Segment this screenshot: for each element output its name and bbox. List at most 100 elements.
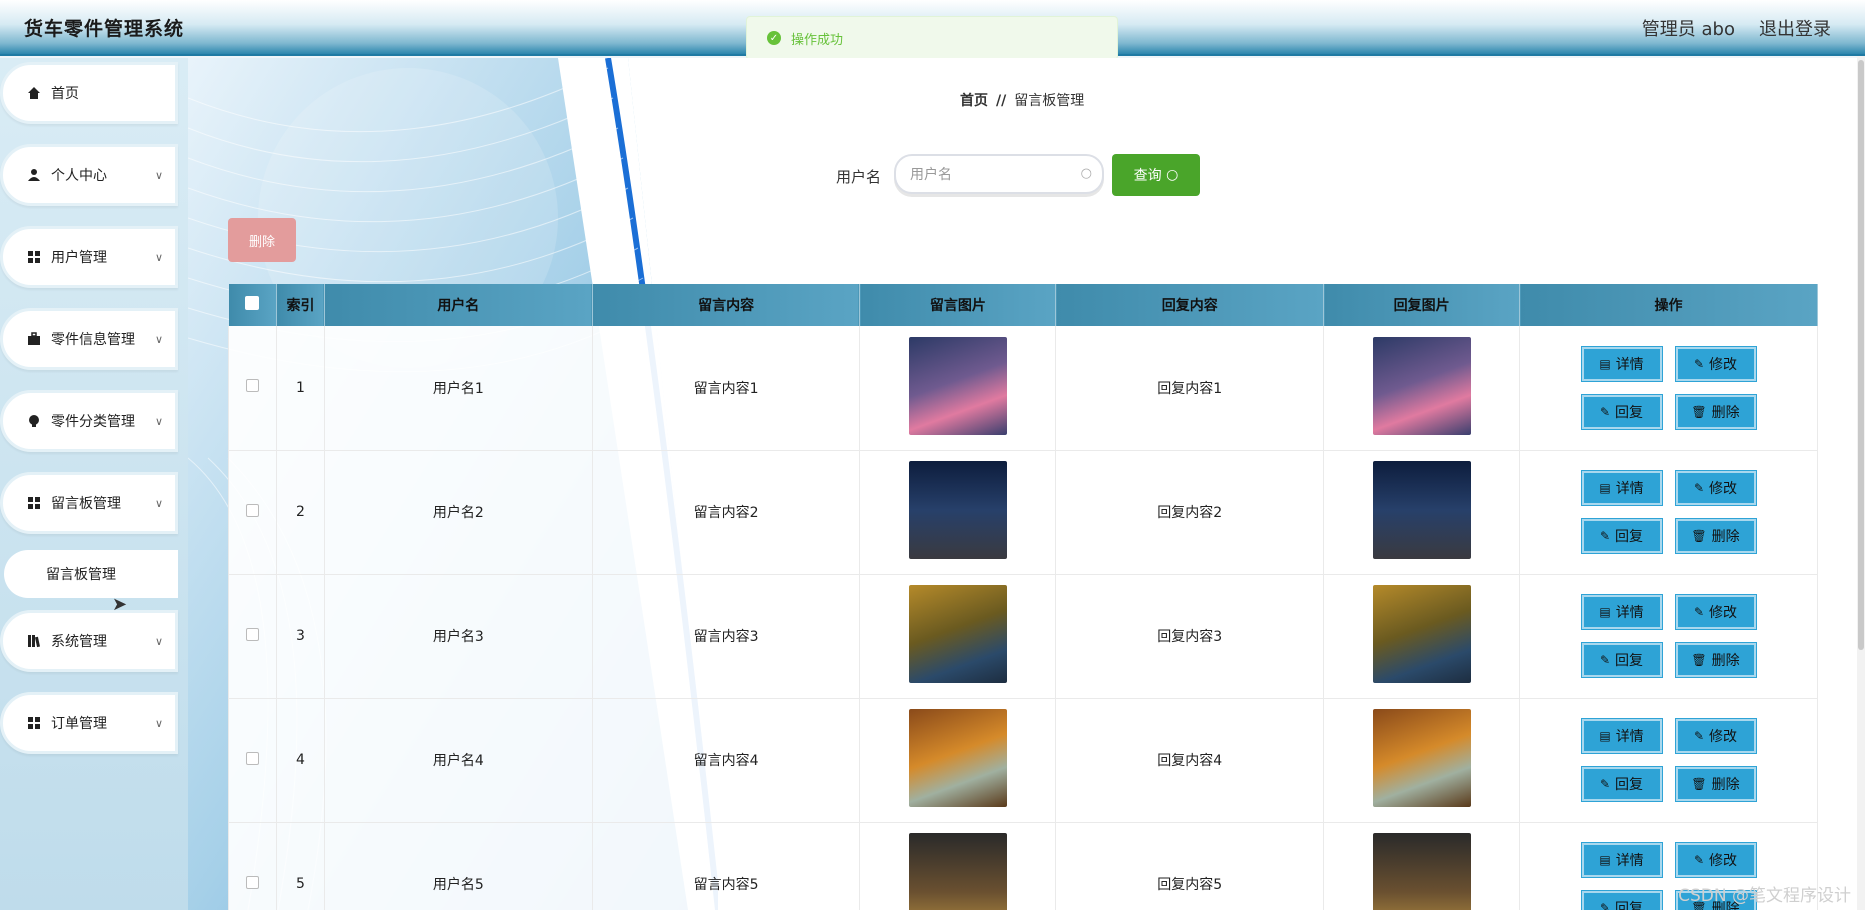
sidebar-item-parts[interactable]: 零件信息管理 ∨ — [0, 308, 178, 370]
trash-icon: 🗑 — [1691, 653, 1707, 667]
delete-label: 删除 — [1711, 404, 1740, 421]
document-icon: ▤ — [1599, 605, 1611, 619]
edit-icon: ✎ — [1599, 901, 1611, 910]
row-actions: ▤ 详情 ✎ 修改 ✎ 回复 🗑 删除 — [1519, 326, 1818, 451]
row-username: 用户名5 — [324, 822, 593, 910]
row-checkbox[interactable] — [245, 379, 259, 393]
row-checkbox[interactable] — [245, 751, 259, 765]
chevron-down-icon: ∨ — [154, 333, 163, 346]
select-all-checkbox[interactable] — [245, 296, 260, 310]
row-checkbox-cell[interactable] — [228, 450, 277, 575]
table-row: 1 用户名1 留言内容1 回复内容1 ▤ 详情 ✎ 修改 ✎ 回复 🗑 删除 — [228, 326, 1818, 451]
row-checkbox-cell[interactable] — [228, 822, 277, 910]
sidebar-item-users[interactable]: 用户管理 ∨ — [0, 226, 178, 288]
watermark: CSDN @笔文程序设计 — [1678, 886, 1851, 906]
grid-icon — [28, 497, 40, 509]
sidebar: 首页 个人中心 ∨ 用户管理 ∨ 零件信息管理 ∨ 零件分类管理 ∨ 留言板管理… — [0, 58, 188, 910]
detail-button[interactable]: ▤ 详情 — [1580, 842, 1663, 878]
row-reply-image-cell — [1323, 326, 1521, 451]
row-index: 2 — [276, 450, 325, 575]
breadcrumb-home[interactable]: 首页 — [960, 93, 988, 109]
edit-button[interactable]: ✎ 修改 — [1674, 842, 1757, 878]
delete-button[interactable]: 🗑 删除 — [1674, 766, 1757, 802]
reply-button[interactable]: ✎ 回复 — [1580, 518, 1663, 554]
delete-button[interactable]: 🗑 删除 — [1674, 518, 1757, 554]
search-label: 用户名 — [836, 168, 882, 186]
row-reply-image-cell — [1323, 574, 1521, 699]
column-header: 留言内容 — [592, 284, 861, 326]
edit-button[interactable]: ✎ 修改 — [1674, 718, 1757, 754]
detail-label: 详情 — [1615, 605, 1644, 621]
delete-label: 删除 — [1711, 653, 1740, 669]
row-reply: 回复内容4 — [1055, 698, 1325, 823]
sidebar-item-label: 个人中心 — [51, 168, 107, 184]
current-user: 管理员 abo — [1641, 19, 1735, 40]
row-index: 1 — [276, 326, 325, 451]
delete-button[interactable]: 🗑 删除 — [1674, 642, 1757, 678]
detail-button[interactable]: ▤ 详情 — [1580, 594, 1663, 630]
row-checkbox-cell[interactable] — [228, 698, 277, 823]
reply-image — [1372, 585, 1471, 683]
detail-label: 详情 — [1615, 853, 1644, 869]
reply-button[interactable]: ✎ 回复 — [1580, 766, 1663, 802]
document-icon: ▤ — [1599, 853, 1611, 867]
reply-image — [1372, 336, 1471, 435]
message-image — [908, 833, 1007, 910]
sidebar-item-home[interactable]: 首页 — [0, 62, 178, 124]
row-checkbox[interactable] — [245, 503, 259, 517]
reply-image — [1372, 461, 1471, 559]
row-checkbox-cell[interactable] — [228, 574, 277, 699]
row-content: 留言内容4 — [592, 698, 861, 823]
row-reply: 回复内容5 — [1055, 822, 1325, 910]
edit-icon: ✎ — [1599, 653, 1611, 667]
home-icon — [28, 87, 40, 99]
sidebar-item-categories[interactable]: 零件分类管理 ∨ — [0, 390, 178, 452]
trash-icon: 🗑 — [1691, 777, 1707, 791]
row-index: 4 — [276, 698, 325, 823]
row-checkbox[interactable] — [245, 875, 259, 889]
detail-button[interactable]: ▤ 详情 — [1580, 470, 1663, 506]
chevron-down-icon: ∨ — [154, 635, 163, 648]
row-message-image-cell — [859, 822, 1057, 910]
column-header: 用户名 — [324, 284, 593, 326]
reply-button[interactable]: ✎ 回复 — [1580, 393, 1663, 430]
reply-label: 回复 — [1615, 653, 1644, 669]
page-scrollbar-thumb[interactable] — [1858, 60, 1864, 650]
detail-label: 详情 — [1615, 729, 1644, 745]
row-reply: 回复内容3 — [1055, 574, 1325, 699]
chevron-down-icon: ∨ — [154, 169, 163, 182]
reply-label: 回复 — [1615, 404, 1644, 421]
delete-label: 删除 — [1711, 529, 1740, 545]
reply-label: 回复 — [1615, 777, 1644, 793]
edit-button[interactable]: ✎ 修改 — [1674, 470, 1757, 506]
edit-icon: ✎ — [1693, 853, 1705, 867]
select-all-checkbox-cell[interactable] — [228, 284, 277, 326]
search-icon: ○ — [1080, 166, 1092, 181]
reply-button[interactable]: ✎ 回复 — [1580, 642, 1663, 678]
search-input[interactable]: 用户名 ○ — [894, 154, 1104, 194]
logout-link[interactable]: 退出登录 — [1759, 15, 1831, 41]
row-content: 留言内容2 — [592, 450, 861, 575]
message-image — [908, 336, 1007, 435]
batch-delete-button[interactable]: 删除 — [228, 218, 296, 262]
detail-button[interactable]: ▤ 详情 — [1580, 718, 1663, 754]
detail-button[interactable]: ▤ 详情 — [1580, 345, 1663, 382]
row-reply-image-cell — [1323, 698, 1521, 823]
query-button[interactable]: 查询 ○ — [1112, 154, 1200, 196]
edit-button[interactable]: ✎ 修改 — [1674, 345, 1757, 382]
sidebar-item-profile[interactable]: 个人中心 ∨ — [0, 144, 178, 206]
row-index: 5 — [276, 822, 325, 910]
sidebar-item-system[interactable]: 系统管理 ∨ — [0, 610, 178, 672]
trash-icon: 🗑 — [1691, 529, 1707, 543]
delete-button[interactable]: 🗑 删除 — [1674, 393, 1757, 430]
row-checkbox-cell[interactable] — [228, 326, 277, 451]
sidebar-item-messages[interactable]: 留言板管理 ∨ — [0, 472, 178, 534]
reply-label: 回复 — [1615, 901, 1644, 910]
row-username: 用户名2 — [324, 450, 593, 575]
sidebar-subitem-messages[interactable]: 留言板管理 — [4, 550, 178, 598]
reply-button[interactable]: ✎ 回复 — [1580, 890, 1663, 910]
row-checkbox[interactable] — [245, 627, 259, 641]
sidebar-item-label: 零件信息管理 — [51, 332, 135, 348]
edit-button[interactable]: ✎ 修改 — [1674, 594, 1757, 630]
sidebar-item-orders[interactable]: 订单管理 ∨ — [0, 692, 178, 754]
